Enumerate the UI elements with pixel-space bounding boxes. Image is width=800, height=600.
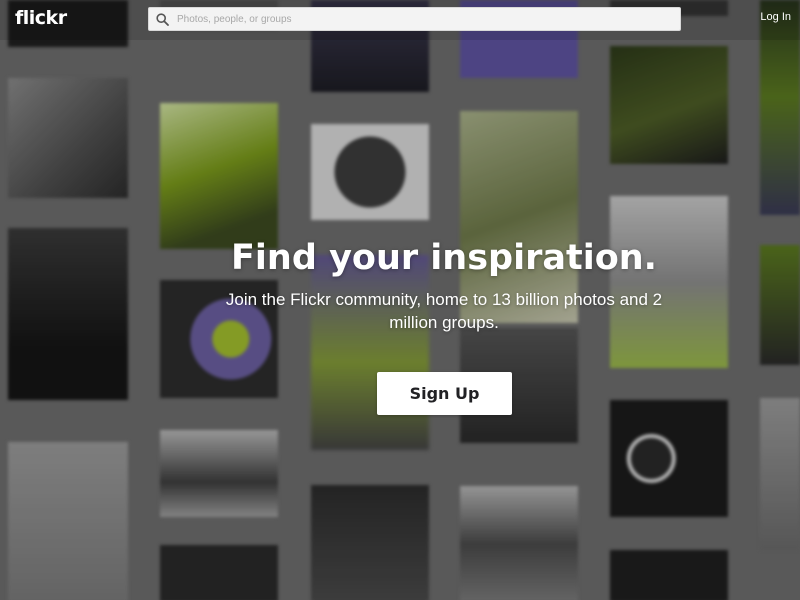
top-navigation-bar: flickr Log In [0,0,800,40]
sign-up-button[interactable]: Sign Up [377,372,512,415]
hero-subtext: Join the Flickr community, home to 13 bi… [225,290,663,332]
hero-headline: Find your inspiration. [231,238,657,278]
hero-section: Find your inspiration. Join the Flickr c… [0,234,800,334]
search-bar[interactable] [148,7,681,31]
login-link[interactable]: Log In [760,11,791,23]
flickr-logo[interactable]: flickr [15,7,67,29]
search-icon [156,12,169,26]
search-input[interactable] [175,12,680,26]
